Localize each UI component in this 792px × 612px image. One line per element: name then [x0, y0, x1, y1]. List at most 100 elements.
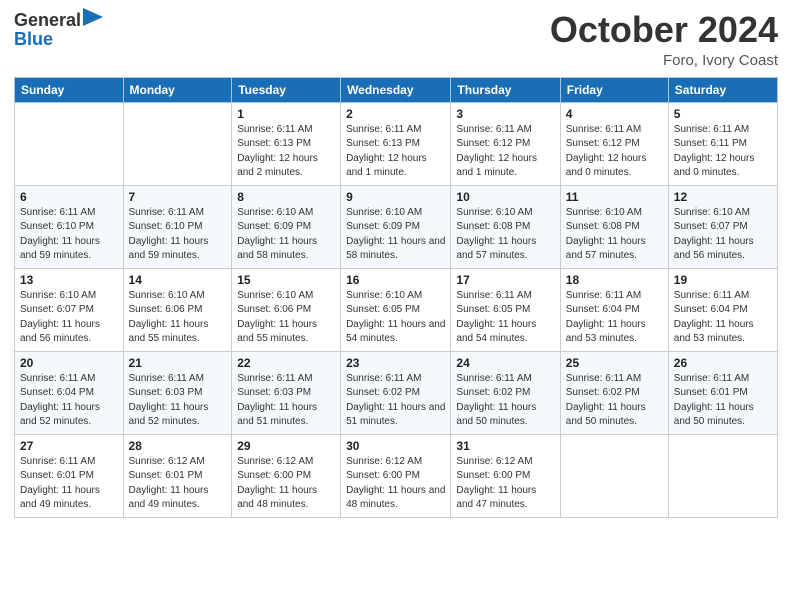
- day-cell: 14 Sunrise: 6:10 AM Sunset: 6:06 PM Dayli…: [123, 268, 232, 351]
- day-info: Sunrise: 6:11 AM Sunset: 6:13 PM Dayligh…: [237, 123, 335, 181]
- day-cell: [15, 102, 124, 185]
- day-info: Sunrise: 6:10 AM Sunset: 6:06 PM Dayligh…: [237, 289, 335, 347]
- day-number: 15: [237, 273, 335, 287]
- day-number: 12: [674, 190, 772, 204]
- day-number: 7: [129, 190, 227, 204]
- day-info: Sunrise: 6:10 AM Sunset: 6:08 PM Dayligh…: [566, 206, 663, 264]
- day-cell: 3Sunrise: 6:11 AM Sunset: 6:12 PM Daylig…: [451, 102, 560, 185]
- day-info: Sunrise: 6:10 AM Sunset: 6:07 PM Dayligh…: [674, 206, 772, 264]
- calendar: SundayMondayTuesdayWednesdayThursdayFrid…: [14, 77, 778, 518]
- day-number: 13: [20, 273, 118, 287]
- logo-general-text: General: [14, 10, 81, 31]
- week-row-5: 27Sunrise: 6:11 AM Sunset: 6:01 PM Dayli…: [15, 434, 778, 517]
- day-number: 28: [129, 439, 227, 453]
- day-cell: 8Sunrise: 6:10 AM Sunset: 6:09 PM Daylig…: [232, 185, 341, 268]
- day-number: 24: [456, 356, 554, 370]
- day-cell: 13 Sunrise: 6:10 AM Sunset: 6:07 PM Dayli…: [15, 268, 124, 351]
- day-info: Sunrise: 6:11 AM Sunset: 6:04 PM Dayligh…: [674, 289, 772, 347]
- day-info: Sunrise: 6:11 AM Sunset: 6:10 PM Dayligh…: [129, 206, 227, 264]
- day-info: Sunrise: 6:11 AM Sunset: 6:10 PM Dayligh…: [20, 206, 118, 264]
- logo-chevron-icon: [83, 8, 103, 26]
- day-number: 8: [237, 190, 335, 204]
- col-header-friday: Friday: [560, 77, 668, 102]
- col-header-monday: Monday: [123, 77, 232, 102]
- day-number: 27: [20, 439, 118, 453]
- day-cell: 17 Sunrise: 6:11 AM Sunset: 6:05 PM Dayli…: [451, 268, 560, 351]
- day-number: 30: [346, 439, 445, 453]
- day-info: Sunrise: 6:11 AM Sunset: 6:12 PM Dayligh…: [566, 123, 663, 181]
- col-header-tuesday: Tuesday: [232, 77, 341, 102]
- col-header-sunday: Sunday: [15, 77, 124, 102]
- day-info: Sunrise: 6:11 AM Sunset: 6:12 PM Dayligh…: [456, 123, 554, 181]
- day-number: 5: [674, 107, 772, 121]
- week-row-4: 20 Sunrise: 6:11 AM Sunset: 6:04 PM Dayli…: [15, 351, 778, 434]
- day-info: Sunrise: 6:11 AM Sunset: 6:04 PM Dayligh…: [20, 372, 118, 430]
- day-cell: 15 Sunrise: 6:10 AM Sunset: 6:06 PM Dayli…: [232, 268, 341, 351]
- col-header-saturday: Saturday: [668, 77, 777, 102]
- day-info: Sunrise: 6:10 AM Sunset: 6:09 PM Dayligh…: [346, 206, 445, 264]
- day-info: Sunrise: 6:11 AM Sunset: 6:03 PM Dayligh…: [129, 372, 227, 430]
- day-cell: 10Sunrise: 6:10 AM Sunset: 6:08 PM Dayli…: [451, 185, 560, 268]
- day-cell: 29Sunrise: 6:12 AM Sunset: 6:00 PM Dayli…: [232, 434, 341, 517]
- day-number: 9: [346, 190, 445, 204]
- day-info: Sunrise: 6:11 AM Sunset: 6:11 PM Dayligh…: [674, 123, 772, 181]
- day-info: Sunrise: 6:10 AM Sunset: 6:05 PM Dayligh…: [346, 289, 445, 347]
- logo-area: General Blue: [14, 10, 103, 50]
- page: General Blue October 2024 Foro, Ivory Co…: [0, 0, 792, 612]
- day-number: 23: [346, 356, 445, 370]
- week-row-2: 6 Sunrise: 6:11 AM Sunset: 6:10 PM Daylig…: [15, 185, 778, 268]
- logo: General Blue: [14, 10, 103, 50]
- logo-blue-text: Blue: [14, 29, 53, 50]
- day-number: 14: [129, 273, 227, 287]
- day-cell: 7 Sunrise: 6:11 AM Sunset: 6:10 PM Daylig…: [123, 185, 232, 268]
- day-cell: 22 Sunrise: 6:11 AM Sunset: 6:03 PM Dayli…: [232, 351, 341, 434]
- day-number: 25: [566, 356, 663, 370]
- day-info: Sunrise: 6:11 AM Sunset: 6:05 PM Dayligh…: [456, 289, 554, 347]
- day-info: Sunrise: 6:12 AM Sunset: 6:00 PM Dayligh…: [346, 455, 445, 513]
- day-info: Sunrise: 6:10 AM Sunset: 6:06 PM Dayligh…: [129, 289, 227, 347]
- day-info: Sunrise: 6:11 AM Sunset: 6:13 PM Dayligh…: [346, 123, 445, 181]
- day-number: 11: [566, 190, 663, 204]
- location: Foro, Ivory Coast: [550, 52, 778, 69]
- day-info: Sunrise: 6:12 AM Sunset: 6:01 PM Dayligh…: [129, 455, 227, 513]
- day-cell: [560, 434, 668, 517]
- day-cell: 9 Sunrise: 6:10 AM Sunset: 6:09 PM Daylig…: [341, 185, 451, 268]
- col-header-wednesday: Wednesday: [341, 77, 451, 102]
- day-info: Sunrise: 6:10 AM Sunset: 6:07 PM Dayligh…: [20, 289, 118, 347]
- col-header-thursday: Thursday: [451, 77, 560, 102]
- day-number: 22: [237, 356, 335, 370]
- day-number: 20: [20, 356, 118, 370]
- day-info: Sunrise: 6:11 AM Sunset: 6:02 PM Dayligh…: [566, 372, 663, 430]
- day-cell: 12 Sunrise: 6:10 AM Sunset: 6:07 PM Dayli…: [668, 185, 777, 268]
- day-cell: 11 Sunrise: 6:10 AM Sunset: 6:08 PM Dayli…: [560, 185, 668, 268]
- day-number: 31: [456, 439, 554, 453]
- day-cell: 26Sunrise: 6:11 AM Sunset: 6:01 PM Dayli…: [668, 351, 777, 434]
- day-number: 21: [129, 356, 227, 370]
- day-cell: [123, 102, 232, 185]
- header: General Blue October 2024 Foro, Ivory Co…: [14, 10, 778, 69]
- day-cell: 18Sunrise: 6:11 AM Sunset: 6:04 PM Dayli…: [560, 268, 668, 351]
- day-number: 26: [674, 356, 772, 370]
- day-number: 17: [456, 273, 554, 287]
- day-number: 6: [20, 190, 118, 204]
- day-cell: 19Sunrise: 6:11 AM Sunset: 6:04 PM Dayli…: [668, 268, 777, 351]
- day-number: 4: [566, 107, 663, 121]
- day-cell: 27Sunrise: 6:11 AM Sunset: 6:01 PM Dayli…: [15, 434, 124, 517]
- day-cell: 1 Sunrise: 6:11 AM Sunset: 6:13 PM Daylig…: [232, 102, 341, 185]
- day-number: 1: [237, 107, 335, 121]
- day-cell: 21 Sunrise: 6:11 AM Sunset: 6:03 PM Dayli…: [123, 351, 232, 434]
- day-info: Sunrise: 6:11 AM Sunset: 6:03 PM Dayligh…: [237, 372, 335, 430]
- day-cell: 28 Sunrise: 6:12 AM Sunset: 6:01 PM Dayli…: [123, 434, 232, 517]
- day-cell: 2Sunrise: 6:11 AM Sunset: 6:13 PM Daylig…: [341, 102, 451, 185]
- month-title: October 2024: [550, 10, 778, 50]
- day-info: Sunrise: 6:12 AM Sunset: 6:00 PM Dayligh…: [237, 455, 335, 513]
- day-cell: 31 Sunrise: 6:12 AM Sunset: 6:00 PM Dayli…: [451, 434, 560, 517]
- day-cell: 30 Sunrise: 6:12 AM Sunset: 6:00 PM Dayli…: [341, 434, 451, 517]
- day-cell: 20 Sunrise: 6:11 AM Sunset: 6:04 PM Dayli…: [15, 351, 124, 434]
- day-cell: 6 Sunrise: 6:11 AM Sunset: 6:10 PM Daylig…: [15, 185, 124, 268]
- day-cell: 25 Sunrise: 6:11 AM Sunset: 6:02 PM Dayli…: [560, 351, 668, 434]
- day-info: Sunrise: 6:12 AM Sunset: 6:00 PM Dayligh…: [456, 455, 554, 513]
- day-info: Sunrise: 6:11 AM Sunset: 6:04 PM Dayligh…: [566, 289, 663, 347]
- calendar-header-row: SundayMondayTuesdayWednesdayThursdayFrid…: [15, 77, 778, 102]
- day-cell: 4 Sunrise: 6:11 AM Sunset: 6:12 PM Daylig…: [560, 102, 668, 185]
